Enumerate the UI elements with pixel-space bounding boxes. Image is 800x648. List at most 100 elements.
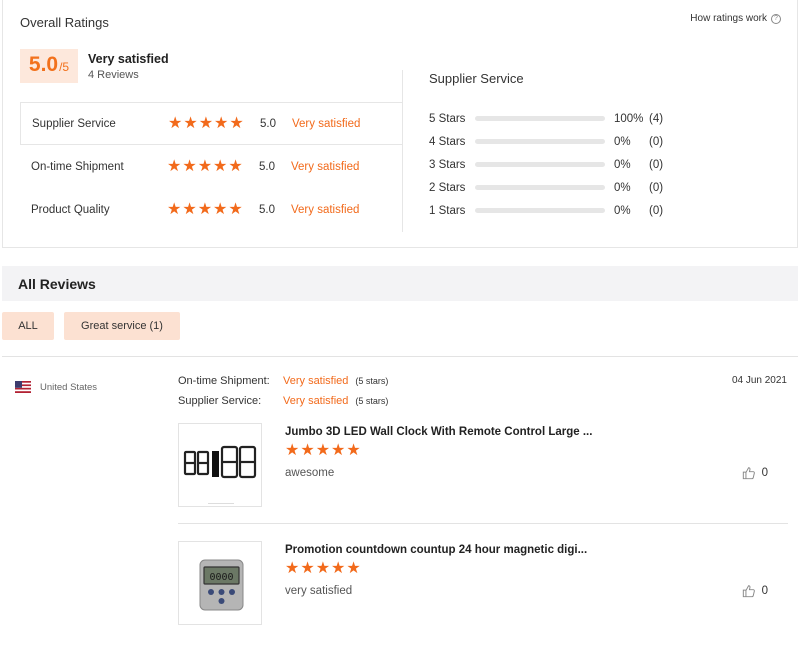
meta-stars: (5 stars) [355,396,389,406]
overall-score-badge: 5.0 /5 [20,49,78,83]
star-icon: ★ [198,114,214,132]
star-icon: ★ [197,157,213,175]
rating-breakdown-table: Supplier Service ★ ★ ★ ★ ★ 5.0 Very satisfie… [20,102,402,231]
reviewed-product: 0000 Promotion countdown countup 24 hour… [178,541,788,629]
star-icon: ★ [213,157,228,175]
distribution-count: (0) [649,204,664,217]
star-rating: ★ ★ ★ ★ ★ [167,157,259,175]
meta-stars: (5 stars) [355,376,389,386]
all-reviews-title: All Reviews [18,276,96,292]
distribution-label: 4 Stars [429,135,466,148]
rating-row-supplier-service[interactable]: Supplier Service ★ ★ ★ ★ ★ 5.0 Very satisfie… [20,102,402,145]
distribution-bar [475,208,605,213]
star-icon: ★ [300,442,315,459]
like-button[interactable]: 0 [742,584,768,598]
star-icon: ★ [346,442,361,459]
star-icon: ★ [213,200,228,218]
product-thumbnail[interactable] [178,423,262,507]
product-name-link[interactable]: Jumbo 3D LED Wall Clock With Remote Cont… [285,426,592,438]
distribution-row: 5 Stars 100% (4) [429,107,669,130]
star-icon: ★ [228,200,243,218]
filter-great-service-button[interactable]: Great service (1) [64,312,180,340]
product-name-link[interactable]: Promotion countdown countup 24 hour magn… [285,544,587,556]
star-distribution: 5 Stars 100% (4) 4 Stars 0% (0) 3 Stars … [429,107,669,222]
rating-label[interactable]: Product Quality [31,204,167,216]
distribution-bar [475,162,605,167]
review-comment: awesome [285,467,335,479]
thumbs-up-icon[interactable] [742,584,756,598]
star-icon: ★ [182,157,197,175]
review-shipment-rating: On-time Shipment: Very satisfied (5 star… [178,375,388,387]
star-icon: ★ [228,157,243,175]
distribution-label: 2 Stars [429,181,466,194]
svg-text:0000: 0000 [209,572,233,583]
star-icon: ★ [300,560,315,577]
rating-score: 5.0 [259,160,275,173]
rating-score: 5.0 [260,117,276,130]
distribution-label: 3 Stars [429,158,466,171]
distribution-bar [475,116,605,121]
overall-satisfaction: Very satisfied [88,52,169,66]
distribution-count: (4) [649,112,664,125]
star-icon: ★ [346,560,361,577]
meta-value: Very satisfied [283,395,349,407]
star-icon: ★ [229,114,244,132]
star-icon: ★ [315,560,331,577]
distribution-percent: 0% [614,181,631,194]
rating-satisfaction: Very satisfied [291,160,360,173]
overall-ratings-panel: Overall Ratings How ratings work ? 5.0 /… [2,0,798,248]
like-count: 0 [761,585,768,597]
thumbs-up-icon[interactable] [742,466,756,480]
reviewer-country: United States [40,382,98,393]
distribution-row: 1 Stars 0% (0) [429,199,669,222]
reviewed-product: Jumbo 3D LED Wall Clock With Remote Cont… [178,423,788,511]
star-icon: ★ [285,560,300,577]
star-icon: ★ [331,442,346,459]
rating-satisfaction: Very satisfied [291,203,360,216]
overall-review-count: 4 Reviews [88,69,139,81]
rating-label[interactable]: Supplier Service [32,118,168,130]
distribution-row: 3 Stars 0% (0) [429,153,669,176]
help-icon[interactable]: ? [771,13,781,24]
star-icon: ★ [168,114,183,132]
how-ratings-work-link[interactable]: How ratings work ? [690,13,781,24]
distribution-label: 5 Stars [429,112,466,125]
meta-value: Very satisfied [283,375,349,387]
distribution-row: 2 Stars 0% (0) [429,176,669,199]
distribution-percent: 0% [614,158,631,171]
review-date: 04 Jun 2021 [731,375,787,386]
supplier-service-title: Supplier Service [429,71,524,86]
distribution-label: 1 Stars [429,204,466,217]
distribution-count: (0) [649,181,664,194]
panel-divider [402,70,403,232]
star-icon: ★ [315,442,331,459]
distribution-row: 4 Stars 0% (0) [429,130,669,153]
star-icon: ★ [182,200,197,218]
rating-row-on-time-shipment[interactable]: On-time Shipment ★ ★ ★ ★ ★ 5.0 Very satisfie… [20,145,402,188]
star-rating: ★ ★ ★ ★ ★ [167,200,259,218]
star-icon: ★ [197,200,213,218]
star-icon: ★ [167,157,182,175]
distribution-bar [475,139,605,144]
product-thumbnail[interactable]: 0000 [178,541,262,625]
rating-row-product-quality[interactable]: Product Quality ★ ★ ★ ★ ★ 5.0 Very satisfied [20,188,402,231]
kitchen-timer-image: 0000 [179,542,261,624]
like-count: 0 [761,467,768,479]
meta-label: On-time Shipment: [178,375,270,387]
like-button[interactable]: 0 [742,466,768,480]
overall-score-denominator: /5 [59,60,70,74]
rating-label[interactable]: On-time Shipment [31,161,167,173]
filter-all-button[interactable]: ALL [2,312,54,340]
product-divider [178,523,788,524]
overall-ratings-title: Overall Ratings [20,15,109,30]
star-icon: ★ [331,560,346,577]
review-service-rating: Supplier Service: Very satisfied (5 star… [178,395,388,407]
how-ratings-work-label[interactable]: How ratings work [690,13,767,24]
distribution-percent: 100% [614,112,644,125]
distribution-percent: 0% [614,204,631,217]
star-icon: ★ [285,442,300,459]
star-icon: ★ [214,114,229,132]
all-reviews-header: All Reviews [2,266,798,301]
review-comment: very satisfied [285,585,353,597]
section-divider [2,356,798,357]
